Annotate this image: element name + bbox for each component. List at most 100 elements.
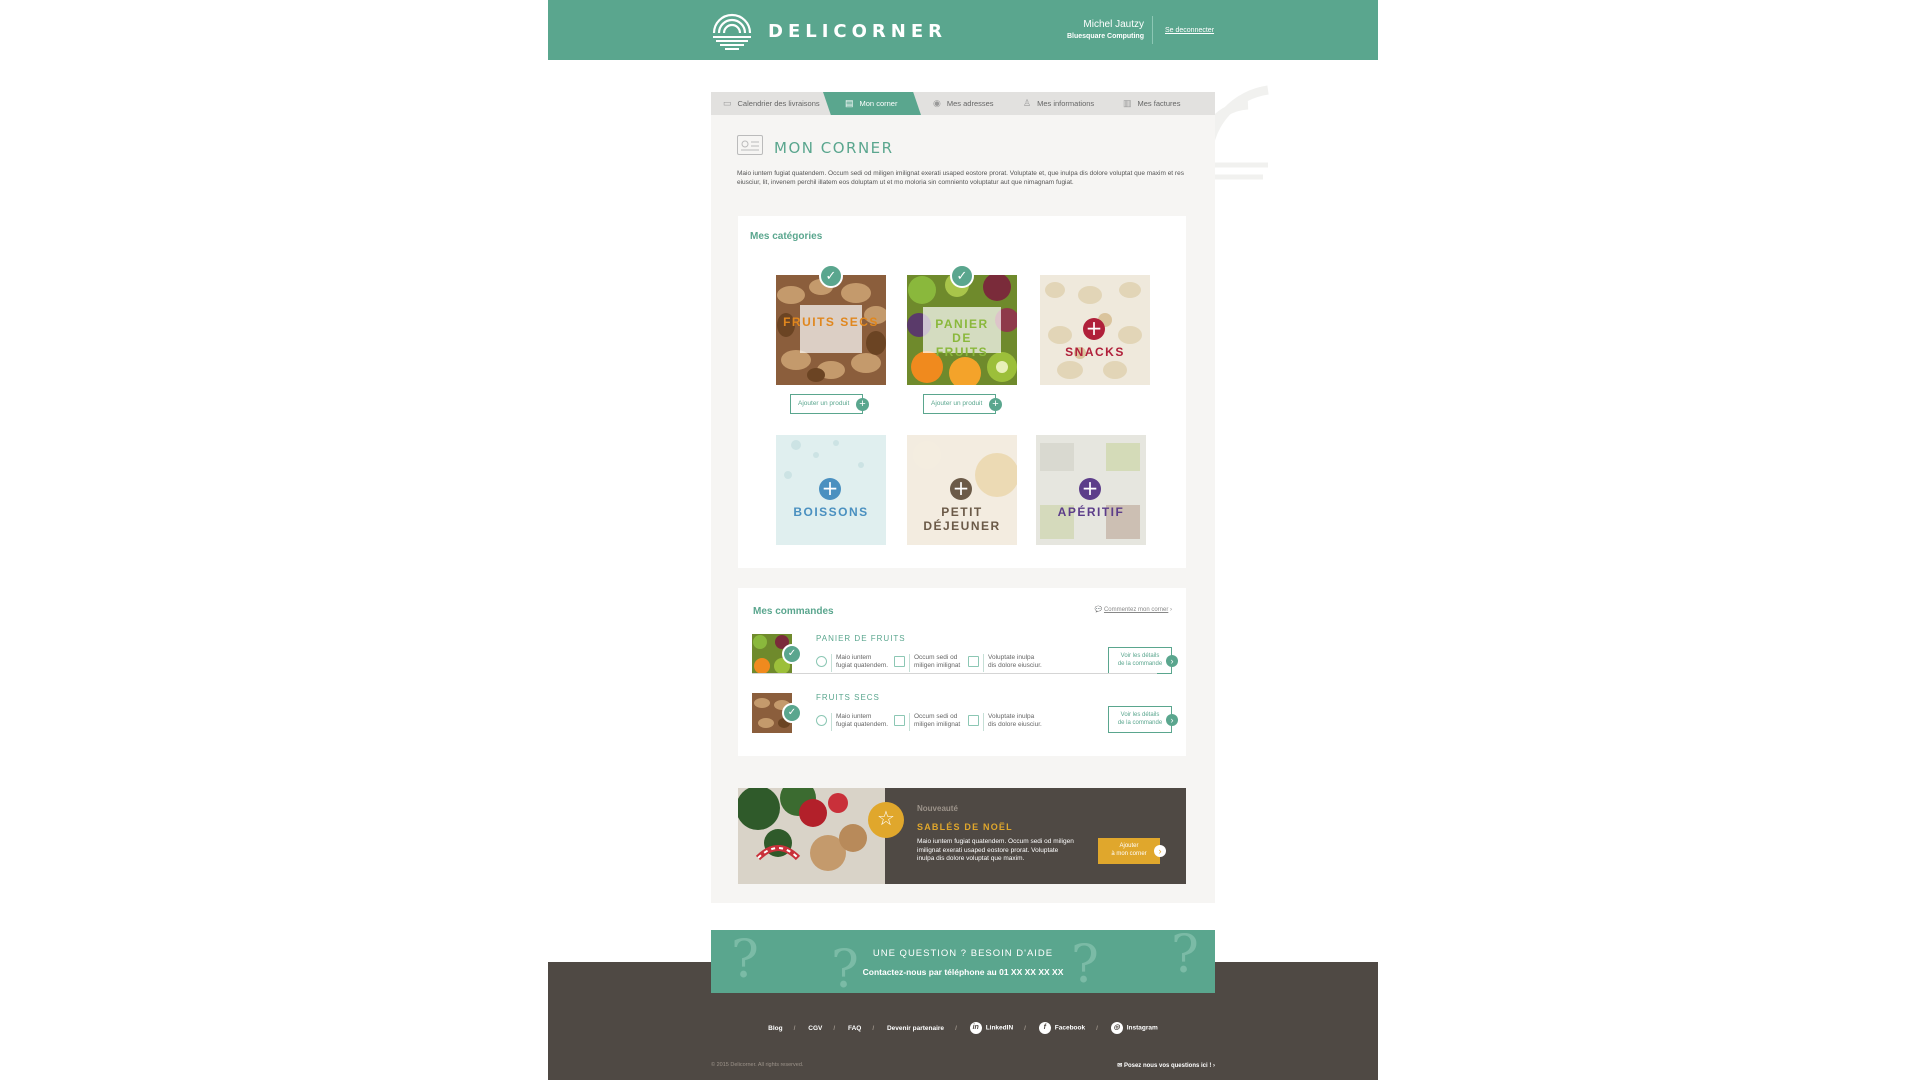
footer-link-instagram[interactable]: ◎ Instagram [1110,1022,1158,1034]
user-name: Michel Jautzy [1083,19,1144,30]
instagram-icon: ◎ [1110,1022,1123,1034]
order-delivery-col: Voluptate inulpa dis dolore eiusciur. [968,713,1042,731]
tab-invoices[interactable]: ▥ Mes factures [1111,92,1207,115]
footer-link-cgv[interactable]: CGV [808,1025,822,1032]
category-label: PANIER DE FRUITS [935,317,989,359]
plus-icon: + [950,478,972,500]
category-tile-fruits-secs[interactable]: FRUITS SECS [776,275,886,385]
background-logo-watermark-icon [1208,85,1269,180]
promo-title: SABLÉS DE NOËL [917,822,1013,832]
chevron-right-icon: › [1166,655,1178,667]
plus-icon: + [856,398,869,411]
tab-label: Mes factures [1137,99,1181,108]
order-name: FRUITS SECS [816,693,880,702]
linkedin-label: LinkedIN [985,1024,1014,1032]
footer-links: Blog / CGV / FAQ / Devenir partenaire / in Li… [548,1022,1378,1034]
comment-corner-link[interactable]: 💬 Commentez mon corner › [1095,606,1172,613]
corner-icon: ▤ [845,98,854,108]
category-tile-petit-dejeuner[interactable]: + PETIT DÉJEUNER [907,435,1017,545]
brand-name[interactable]: DELICORNER [768,21,947,42]
promo-text: Maio iuntem fugiat quatendem. Occum sedi… [917,838,1074,862]
details-label: Voir les détails de la commande [1117,712,1163,726]
plus-icon: + [989,398,1002,411]
question-mark-icon: ? [1071,935,1099,993]
order-mail-col: Occum sedi od miligen imilignat [894,713,961,731]
order-row: ✓ PANIER DE FRUITS Maio iuntem fugiat qu… [752,634,1178,684]
footer-link-blog[interactable]: Blog [768,1025,782,1032]
order-details-button[interactable]: Voir les détails de la commande › [1108,706,1178,733]
page-intro: Maio iuntem fugiat quatendem. Occum sedi… [737,170,1184,186]
orders-title: Mes commandes [753,606,834,617]
tab-calendar[interactable]: ▭ Calendrier des livraisons [711,92,831,115]
tab-label: Mes informations [1037,99,1095,108]
clock-icon [816,715,827,726]
order-row: ✓ FRUITS SECS Maio iuntem fugiat quatend… [752,693,1178,743]
category-tile-boissons[interactable]: + BOISSONS [776,435,886,545]
tab-addresses[interactable]: ◉ Mes adresses [921,92,1011,115]
plus-icon: + [1083,318,1105,340]
orders-card: Mes commandes 💬 Commentez mon corner › ✓… [738,588,1186,756]
order-name: PANIER DE FRUITS [816,634,906,643]
mail-icon: ✉ [1117,1063,1123,1069]
ask-questions-label: Posez nous vos questions ici ! [1123,1063,1212,1069]
star-icon: ☆ [868,802,904,838]
add-to-corner-button[interactable]: Ajouter à mon corner › [1098,838,1166,864]
company-name: Bluesquare Computing [1066,33,1144,40]
check-icon: ✓ [819,264,843,288]
order-status-text: Maio iuntem fugiat quatendem. [836,713,889,728]
order-delivery-text: Voluptate inulpa dis dolore eiusciur. [988,654,1042,669]
copyright: © 2015 Delicorner. All rights reserved. [711,1062,804,1068]
footer-link-faq[interactable]: FAQ [848,1025,861,1032]
category-tile-snacks[interactable]: + SNACKS [1040,275,1150,385]
instagram-label: Instagram [1126,1024,1158,1032]
invoice-icon: ▥ [1123,98,1132,108]
page-title: MON CORNER [774,139,894,157]
calendar-icon: ▭ [723,98,732,108]
tab-mon-corner[interactable]: ▤ Mon corner [823,92,921,115]
logout-link[interactable]: Se deconnecter [1165,27,1214,34]
mail-icon [894,656,905,667]
mail-icon [894,715,905,726]
facebook-icon: f [1038,1022,1051,1034]
question-mark-icon: ? [731,930,759,990]
help-banner: ? ? ? ? UNE QUESTION ? BESOIN D'AIDE Con… [711,930,1215,993]
footer-link-partner[interactable]: Devenir partenaire [887,1025,944,1032]
add-product-button-fruits-secs[interactable]: Ajouter un produit + [790,394,869,414]
tab-label: Calendrier des livraisons [737,99,820,108]
label-backdrop [800,305,862,353]
facebook-label: Facebook [1054,1024,1086,1032]
add-product-label: Ajouter un produit [798,400,850,407]
speech-bubble-icon: 💬 [1094,607,1103,613]
ask-questions-link[interactable]: ✉ Posez nous vos questions ici ! › [1117,1062,1215,1069]
category-tile-aperitif[interactable]: + APÉRITIF [1036,435,1146,545]
order-status-col: Maio iuntem fugiat quatendem. [816,713,889,731]
order-mail-text: Occum sedi od miligen imilignat [914,713,961,728]
page: DELICORNER Michel Jautzy Bluesquare Comp… [548,0,1378,1080]
promo-banner: Nouveauté SABLÉS DE NOËL Maio iuntem fug… [738,788,1186,884]
delicorner-logo-icon[interactable] [710,9,754,53]
order-details-button[interactable]: Voir les détails de la commande › [1108,647,1178,674]
linkedin-icon: in [969,1022,982,1034]
order-mail-col: Occum sedi od miligen imilignat [894,654,961,672]
christmas-cookies-image [738,788,885,884]
details-label: Voir les détails de la commande [1117,653,1163,667]
category-label: BOISSONS [793,505,869,519]
order-mail-text: Occum sedi od miligen imilignat [914,654,961,669]
clock-icon [816,656,827,667]
footer-link-linkedin[interactable]: in LinkedIN [969,1022,1014,1034]
order-status-col: Maio iuntem fugiat quatendem. [816,654,888,672]
main-content: ▭ Calendrier des livraisons ▤ Mon corner… [711,92,1215,903]
footer-link-facebook[interactable]: f Facebook [1038,1022,1086,1034]
category-label: SNACKS [1065,345,1125,359]
order-delivery-col: Voluptate inulpa dis dolore eiusciur. [968,654,1042,672]
add-product-button-panier-de-fruits[interactable]: Ajouter un produit + [923,394,1002,414]
help-phone[interactable]: Contactez-nous par téléphone au 01 XX XX… [711,967,1215,977]
help-title: UNE QUESTION ? BESOIN D'AIDE [872,948,1054,959]
category-label: FRUITS SECS [783,315,879,329]
order-delivery-text: Voluptate inulpa dis dolore eiusciur. [988,713,1042,728]
tab-informations[interactable]: ♙ Mes informations [1011,92,1111,115]
truck-icon [968,656,979,667]
tab-bar: ▭ Calendrier des livraisons ▤ Mon corner… [711,92,1215,115]
category-tile-panier-de-fruits[interactable]: PANIER DE FRUITS [907,275,1017,385]
add-product-label: Ajouter un produit [931,400,983,407]
